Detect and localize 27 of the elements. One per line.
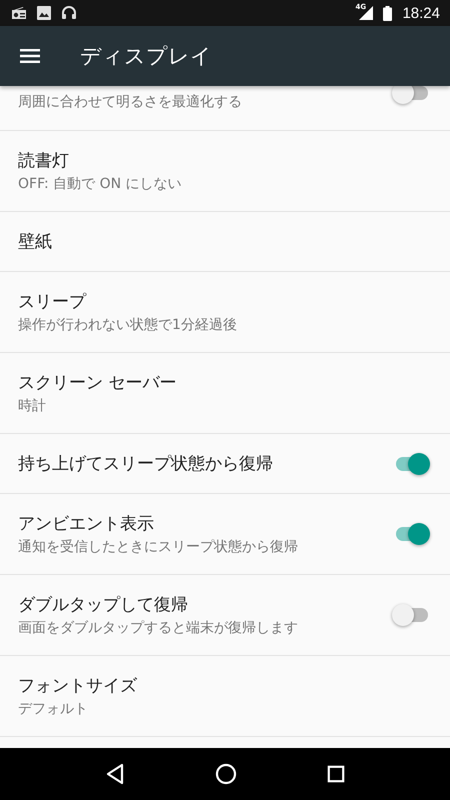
recents-icon[interactable] [327, 765, 345, 783]
setting-summary: 操作が行われない状態で1分経過後 [18, 316, 237, 334]
setting-summary: 周囲に合わせて明るさを最適化する [18, 93, 242, 111]
setting-title: スクリーン セーバー [18, 372, 176, 394]
setting-summary: 時計 [18, 397, 47, 415]
radio-icon [11, 6, 27, 20]
setting-summary: OFF: 自動で ON にしない [18, 175, 182, 193]
clock: 18:24 [402, 4, 440, 22]
screen-title: ディスプレイ [80, 43, 212, 70]
setting-title: 読書灯 [18, 150, 70, 172]
setting-title: 持ち上げてスリープ状態から復帰 [18, 453, 273, 475]
setting-summary: 通知を受信したときにスリープ状態から復帰 [18, 538, 298, 556]
setting-title: ダブルタップして復帰 [18, 594, 189, 616]
headset-icon [61, 5, 77, 21]
setting-summary: デフォルト [18, 700, 89, 718]
setting-title: アンビエント表示 [18, 513, 155, 535]
setting-title: 壁紙 [18, 231, 52, 253]
menu-icon [20, 49, 40, 63]
battery-icon [383, 6, 392, 20]
setting-title: スリープ [18, 291, 88, 313]
setting-title: フォントサイズ [18, 675, 137, 697]
toggle-switch[interactable] [392, 604, 430, 626]
home-icon[interactable] [215, 763, 237, 785]
back-icon[interactable] [105, 763, 125, 785]
toggle-switch[interactable] [392, 86, 430, 104]
setting-summary: 画面をダブルタップすると端末が復帰します [18, 619, 298, 637]
image-icon [37, 6, 51, 20]
